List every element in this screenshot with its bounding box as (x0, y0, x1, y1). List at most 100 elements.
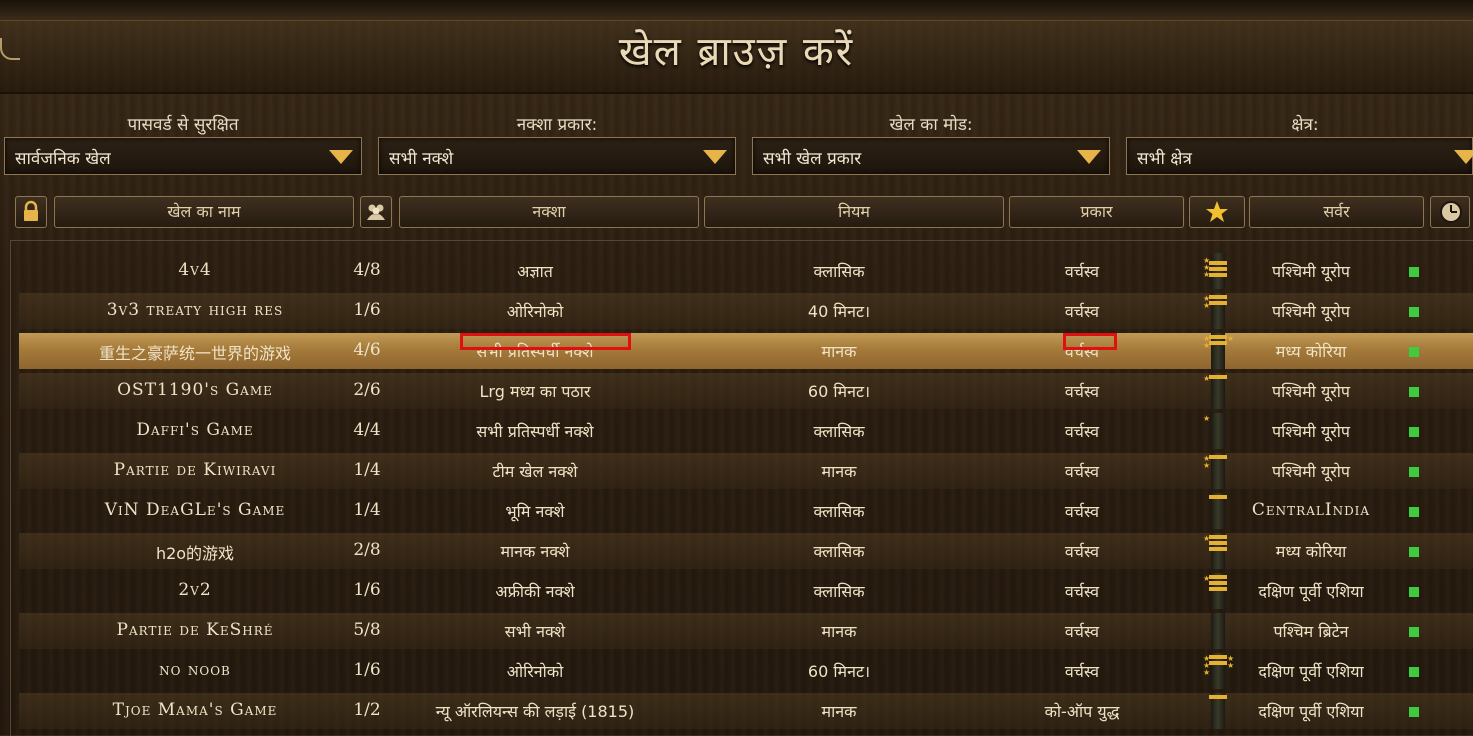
game-row[interactable]: 3v3 treaty high res 1/6 ओरिनोको 40 मिनट। वर्… (19, 293, 1473, 329)
game-players: 4/6 (353, 340, 381, 360)
rank-chevron (1209, 375, 1227, 379)
column-header-server[interactable]: सर्वर (1249, 196, 1424, 228)
game-row[interactable]: Tjoe Mama's Game 1/2 न्यू ऑरलियन्स की लड़ा… (19, 693, 1473, 729)
game-players: 2/8 (353, 540, 381, 560)
game-map: अफ्रीकी नक्शे (495, 582, 575, 601)
rank-chevron (1209, 261, 1227, 265)
game-server: पश्चिम ब्रिटेन (1273, 622, 1349, 641)
game-server: पश्चिमी यूरोप (1271, 262, 1351, 281)
ping-indicator (1409, 507, 1419, 517)
game-name: no noob (159, 660, 231, 680)
rank-chevron (1209, 541, 1227, 545)
game-rules: क्लासिक (813, 262, 865, 281)
game-name: 重生之豪萨统一世界的游戏 (98, 344, 292, 363)
game-row[interactable]: no noob 1/6 ओरिनोको 60 मिनट। वर्चस्व दक्षिण प… (19, 653, 1473, 689)
page-title: खेल ब्राउज़ करें (618, 29, 855, 75)
rank-chevron (1209, 295, 1227, 299)
game-list[interactable]: 4v4 4/8 अज्ञात क्लासिक वर्चस्व पश्चिमी यूरोप ★… (10, 240, 1473, 736)
region-filter-dropdown[interactable]: सभी क्षेत्र (1126, 137, 1473, 175)
ping-indicator (1409, 667, 1419, 677)
rank-chevron (1209, 575, 1227, 579)
rank-star-icon: ★ (1203, 301, 1211, 310)
rank-star-icon: ★ (1203, 374, 1211, 383)
rank-insignia-icon (1197, 613, 1237, 649)
game-players: 1/6 (353, 660, 381, 680)
ping-indicator (1409, 427, 1419, 437)
game-row[interactable]: 重生之豪萨统一世界的游戏 4/6 सभी प्रतिस्पर्धी नक्शे मान… (19, 333, 1473, 369)
column-header-name[interactable]: खेल का नाम (54, 196, 354, 228)
password-filter-dropdown[interactable]: सार्वजनिक खेल (4, 137, 362, 175)
rank-chevron (1209, 495, 1227, 499)
game-server: मध्य कोरिया (1275, 342, 1347, 361)
ping-indicator (1409, 707, 1419, 717)
game-map: सभी नक्शे (504, 622, 566, 641)
game-type: वर्चस्व (1064, 382, 1100, 401)
rank-chevron (1209, 335, 1227, 339)
game-name: h2o的游戏 (155, 544, 235, 563)
sort-by-players-button[interactable] (360, 196, 392, 228)
game-rules: 40 मिनट। (807, 302, 871, 321)
rank-chevron (1209, 547, 1227, 551)
game-players: 1/6 (353, 300, 381, 320)
game-map: ओरिनोको (506, 302, 564, 321)
game-row[interactable]: 2v2 1/6 अफ्रीकी नक्शे क्लासिक वर्चस्व दक्षिण … (19, 573, 1473, 609)
game-rules: मानक (821, 342, 857, 361)
game-mode-filter-dropdown[interactable]: सभी खेल प्रकार (752, 137, 1110, 175)
rank-insignia-icon: ★ ★ ★ (1197, 333, 1237, 369)
game-type: वर्चस्व (1064, 462, 1100, 481)
ping-indicator (1409, 347, 1419, 357)
rank-chevron (1209, 301, 1227, 305)
rank-chevron (1209, 695, 1227, 699)
game-name: 4v4 (178, 260, 212, 280)
game-row[interactable]: Partie de Kiwiravi 1/4 टीम खेल नक्शे मानक वर… (19, 453, 1473, 489)
game-server: दक्षिण पूर्वी एशिया (1258, 582, 1364, 601)
game-players: 5/8 (353, 620, 381, 640)
game-server: पश्चिमी यूरोप (1271, 382, 1351, 401)
clock-icon (1440, 201, 1462, 223)
game-name: Partie de KeShré (116, 620, 274, 640)
game-name: OST1190's Game (117, 380, 273, 400)
game-map: अज्ञात (517, 262, 553, 281)
game-rules: 60 मिनट। (807, 382, 871, 401)
column-header-type[interactable]: प्रकार (1009, 196, 1184, 228)
map-type-filter-dropdown[interactable]: सभी नक्शे (378, 137, 736, 175)
rank-insignia-icon: ★ ★ (1197, 293, 1237, 329)
game-row[interactable]: Daffi's Game 4/4 सभी प्रतिस्पर्धी नक्शे क्ल… (19, 413, 1473, 449)
sort-by-rank-button[interactable] (1189, 196, 1245, 228)
game-name: 2v2 (178, 580, 212, 600)
game-row[interactable]: ViN DeaGLe's Game 1/4 भूमि नक्शे क्लासिक वर्… (19, 493, 1473, 529)
rank-chevron (1209, 273, 1227, 277)
game-row[interactable]: Partie de KeShré 5/8 सभी नक्शे मानक वर्चस्व प… (19, 613, 1473, 649)
rank-chevron (1209, 581, 1227, 585)
game-name: ViN DeaGLe's Game (104, 500, 286, 520)
sort-by-lock-button[interactable] (15, 196, 47, 228)
game-row[interactable]: h2o的游戏 2/8 मानक नक्शे क्लासिक वर्चस्व मध्य को… (19, 533, 1473, 569)
game-server: पश्चिमी यूरोप (1271, 422, 1351, 441)
game-row[interactable]: OST1190's Game 2/6 Lrg मध्य का पठार 60 मिनट… (19, 373, 1473, 409)
ping-indicator (1409, 547, 1419, 557)
rank-insignia-icon: ★ ★ (1197, 453, 1237, 489)
column-header-rules[interactable]: नियम (704, 196, 1004, 228)
game-map: मानक नक्शे (500, 542, 570, 561)
rank-insignia-icon: ★ (1197, 573, 1237, 609)
game-map: भूमि नक्शे (505, 502, 565, 521)
rank-insignia-icon: ★ ★ ★ (1197, 253, 1237, 289)
top-frame (0, 0, 1473, 21)
map-type-filter-label: नक्शा प्रकार: (516, 115, 598, 135)
game-rules: क्लासिक (813, 502, 865, 521)
game-rules: मानक (821, 462, 857, 481)
lock-icon (24, 200, 38, 221)
game-players: 1/4 (353, 500, 381, 520)
ping-indicator (1409, 467, 1419, 477)
password-filter-label: पासवर्ड से सुरक्षित (127, 115, 239, 135)
game-server: CentralIndia (1251, 500, 1371, 520)
game-row[interactable]: 4v4 4/8 अज्ञात क्लासिक वर्चस्व पश्चिमी यूरोप ★… (19, 253, 1473, 289)
rank-bar (1211, 613, 1225, 649)
game-players: 1/6 (353, 580, 381, 600)
rank-insignia-icon: ★ ★ ★ ★ ★ (1197, 653, 1237, 689)
sort-by-ping-button[interactable] (1430, 196, 1470, 228)
column-header-map[interactable]: नक्शा (399, 196, 699, 228)
annotation-highlight-type (1063, 333, 1117, 350)
game-type: वर्चस्व (1064, 302, 1100, 321)
region-filter-value: सभी क्षेत्र (1137, 149, 1192, 169)
